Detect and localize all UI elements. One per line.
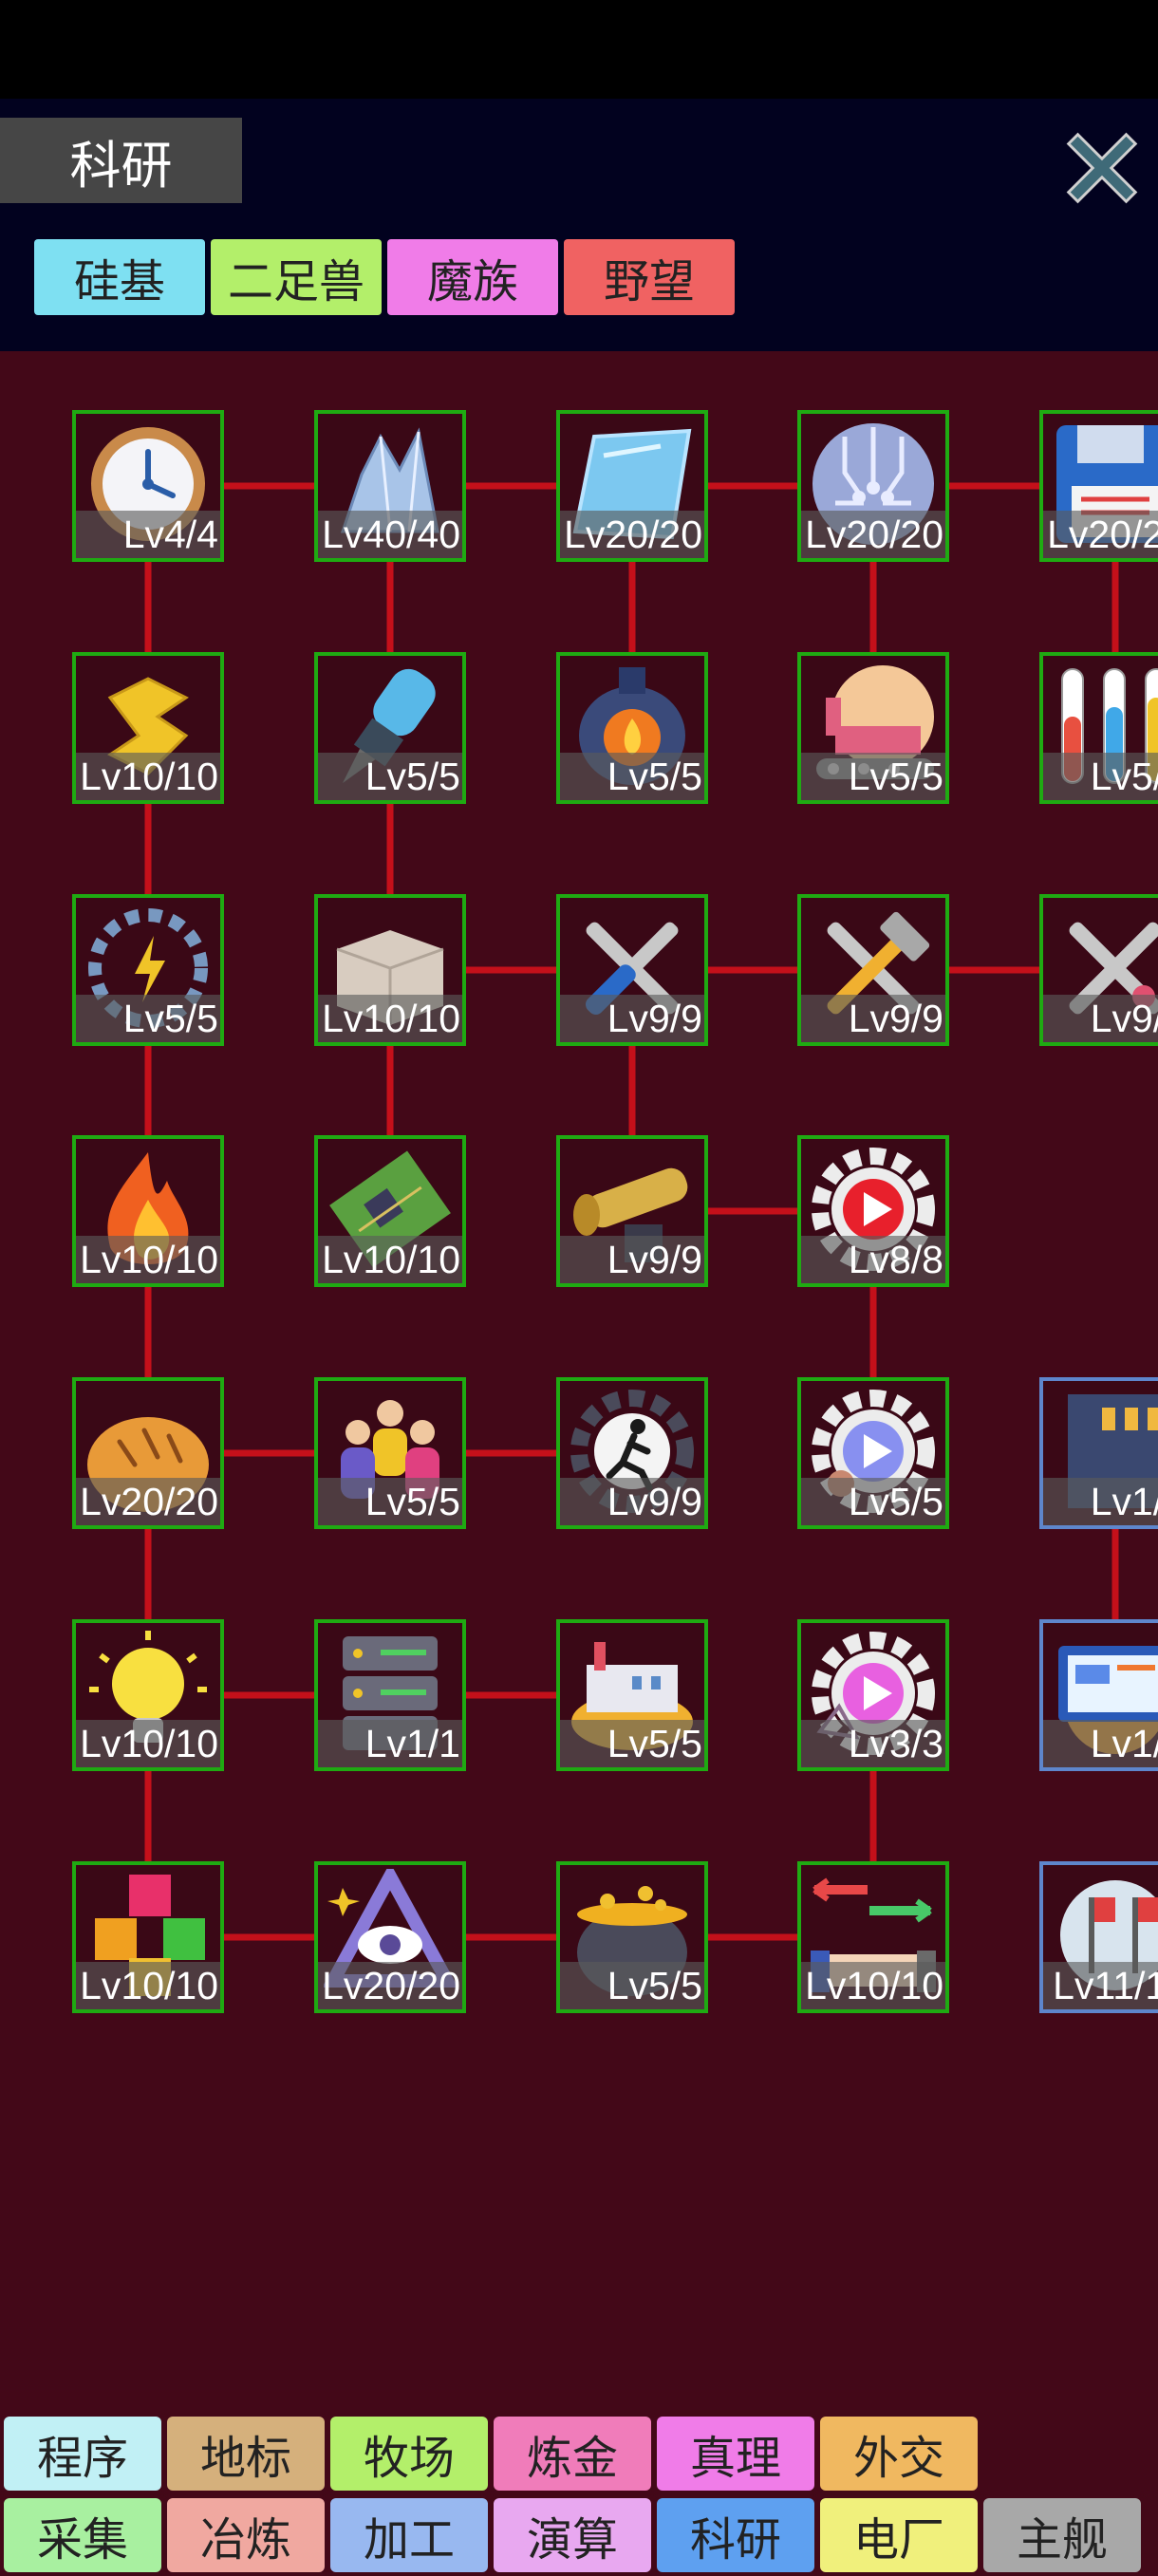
nav-mothership[interactable]: 主舰	[983, 2498, 1141, 2572]
level-label: Lv5/5	[364, 1480, 460, 1523]
research-node-stone-block[interactable]: Lv10/10	[314, 894, 466, 1046]
nav-power-plant[interactable]: 电厂	[820, 2498, 978, 2572]
page-title: 科研	[0, 118, 242, 203]
level-label: Lv1/1	[1090, 1480, 1158, 1523]
nav-alchemy[interactable]: 炼金	[494, 2417, 651, 2491]
level-label: Lv20/20	[564, 513, 702, 556]
nav-program[interactable]: 程序	[4, 2417, 161, 2491]
level-label: Lv10/10	[80, 755, 218, 798]
level-label: Lv9/9	[607, 997, 702, 1040]
level-label: Lv5/5	[1090, 755, 1158, 798]
research-node-crystal[interactable]: Lv40/40	[314, 410, 466, 562]
research-node-play-gear-pink[interactable]: Lv3/3	[797, 1619, 949, 1771]
level-label: Lv4/4	[122, 513, 218, 556]
tab-silicon[interactable]: 硅基	[34, 239, 205, 315]
level-label: Lv5/5	[607, 1722, 702, 1765]
research-node-clock[interactable]: Lv4/4	[72, 410, 224, 562]
tab-demon[interactable]: 魔族	[387, 239, 558, 315]
level-label: Lv9/9	[607, 1480, 702, 1523]
level-label: Lv9/9	[607, 1238, 702, 1281]
research-node-memory-card[interactable]: Lv1/1	[1039, 1377, 1158, 1529]
level-label: Lv9/9	[1090, 997, 1158, 1040]
tab-ambition[interactable]: 野望	[564, 239, 735, 315]
level-label: Lv40/40	[322, 513, 460, 556]
research-node-factory-conveyor[interactable]: Lv5/5	[797, 652, 949, 804]
level-label: Lv5/5	[122, 997, 218, 1040]
close-button[interactable]	[1055, 121, 1149, 215]
nav-compute[interactable]: 演算	[494, 2498, 651, 2572]
level-label: Lv10/10	[805, 1964, 943, 2007]
research-node-furnace[interactable]: Lv5/5	[556, 652, 708, 804]
research-node-cubes[interactable]: Lv10/10	[72, 1861, 224, 2013]
level-label: Lv5/5	[607, 1964, 702, 2007]
nav-truth[interactable]: 真理	[657, 2417, 814, 2491]
research-node-circuit-board[interactable]: Lv10/10	[314, 1135, 466, 1287]
research-node-computer-screen[interactable]: Lv1/1	[1039, 1619, 1158, 1771]
nav-process[interactable]: 加工	[330, 2498, 488, 2572]
level-label: Lv11/11	[1053, 1964, 1158, 2007]
research-node-power-gear[interactable]: Lv5/5	[72, 894, 224, 1046]
nav-diplomacy[interactable]: 外交	[820, 2417, 978, 2491]
nav-gather[interactable]: 采集	[4, 2498, 161, 2572]
research-node-cauldron[interactable]: Lv5/5	[556, 1861, 708, 2013]
level-label: Lv5/5	[607, 755, 702, 798]
level-label: Lv10/10	[80, 1722, 218, 1765]
level-label: Lv8/8	[848, 1238, 943, 1281]
research-node-factory[interactable]: Lv5/5	[556, 1619, 708, 1771]
research-node-fire[interactable]: Lv10/10	[72, 1135, 224, 1287]
research-node-server-rack[interactable]: Lv1/1	[314, 1619, 466, 1771]
research-node-tools[interactable]: Lv9/9	[1039, 894, 1158, 1046]
research-node-handshake[interactable]: Lv10/10	[797, 1861, 949, 2013]
research-node-light-bulb[interactable]: Lv10/10	[72, 1619, 224, 1771]
level-label: Lv20/20	[1047, 513, 1158, 556]
nav-landmark[interactable]: 地标	[167, 2417, 325, 2491]
research-node-runner-gear[interactable]: Lv9/9	[556, 1377, 708, 1529]
level-label: Lv5/5	[848, 1480, 943, 1523]
tab-biped[interactable]: 二足兽	[211, 239, 382, 315]
nav-research[interactable]: 科研	[657, 2498, 814, 2572]
level-label: Lv1/1	[1090, 1722, 1158, 1765]
level-label: Lv10/10	[80, 1238, 218, 1281]
level-label: Lv20/20	[80, 1480, 218, 1523]
level-label: Lv5/5	[364, 755, 460, 798]
research-node-eye-triangle[interactable]: Lv20/20	[314, 1861, 466, 2013]
level-label: Lv20/20	[805, 513, 943, 556]
research-node-wrench-screwdriver[interactable]: Lv9/9	[556, 894, 708, 1046]
research-node-circuit[interactable]: Lv20/20	[797, 410, 949, 562]
level-label: Lv10/10	[80, 1964, 218, 2007]
research-node-play-gear-red[interactable]: Lv8/8	[797, 1135, 949, 1287]
research-node-play-gear-blue[interactable]: Lv5/5	[797, 1377, 949, 1529]
research-node-telescope[interactable]: Lv9/9	[556, 1135, 708, 1287]
level-label: Lv3/3	[848, 1722, 943, 1765]
nav-ranch[interactable]: 牧场	[330, 2417, 488, 2491]
close-icon	[1066, 132, 1138, 204]
research-node-bread[interactable]: Lv20/20	[72, 1377, 224, 1529]
research-tree: Lv4/4 Lv40/40 Lv20/20 Lv20/20 Lv20/20 Lv10/10…	[0, 353, 1158, 2403]
level-label: Lv5/5	[848, 755, 943, 798]
research-node-drill[interactable]: Lv5/5	[314, 652, 466, 804]
research-node-glass-pane[interactable]: Lv20/20	[556, 410, 708, 562]
research-node-test-tubes[interactable]: Lv5/5	[1039, 652, 1158, 804]
level-label: Lv20/20	[322, 1964, 460, 2007]
level-label: Lv10/10	[322, 1238, 460, 1281]
research-node-floppy-disk[interactable]: Lv20/20	[1039, 410, 1158, 562]
level-label: Lv10/10	[322, 997, 460, 1040]
level-label: Lv1/1	[364, 1722, 460, 1765]
research-node-people[interactable]: Lv5/5	[314, 1377, 466, 1529]
research-node-gold-ore[interactable]: Lv10/10	[72, 652, 224, 804]
nav-smelt[interactable]: 冶炼	[167, 2498, 325, 2572]
level-label: Lv9/9	[848, 997, 943, 1040]
research-node-wrench-hammer[interactable]: Lv9/9	[797, 894, 949, 1046]
research-node-flags[interactable]: Lv11/11	[1039, 1861, 1158, 2013]
